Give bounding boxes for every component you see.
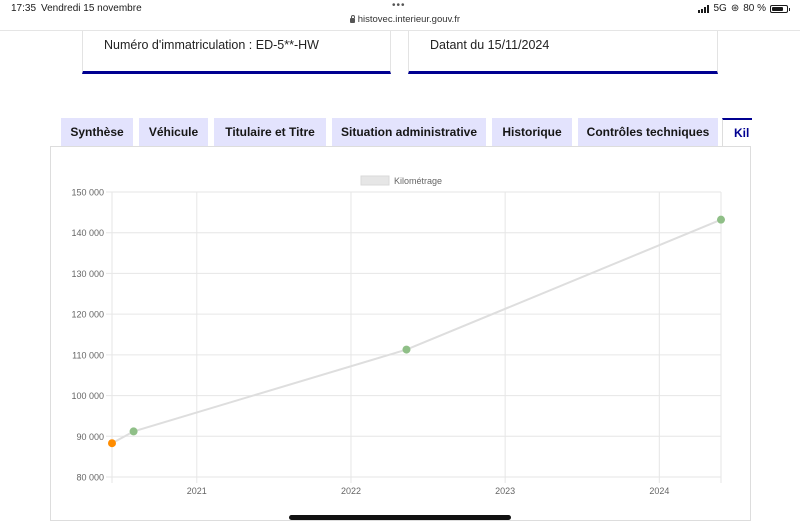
lock-icon [350, 15, 355, 23]
status-date: Vendredi 15 novembre [41, 3, 142, 14]
y-tick-label: 150 000 [71, 188, 104, 198]
x-tick-label: 2024 [649, 486, 669, 496]
network-label: 5G [713, 3, 727, 14]
tab-bar: Synthèse Véhicule Titulaire et Titre Sit… [0, 118, 752, 146]
more-dots-icon[interactable]: ••• [392, 0, 406, 11]
x-tick-label: 2023 [495, 486, 515, 496]
legend-label: Kilométrage [394, 176, 442, 186]
battery-percent: 80 % [743, 3, 766, 14]
home-indicator[interactable] [289, 515, 511, 520]
tab-kilometrage[interactable]: Kil [722, 118, 752, 146]
legend-swatch [360, 175, 390, 186]
tab-synthese[interactable]: Synthèse [61, 118, 133, 146]
mileage-chart: 80 000 90 000 100 000 110 000 120 000 130 000… [71, 175, 725, 496]
signal-icon [698, 4, 710, 13]
y-tick-label: 110 000 [72, 350, 104, 360]
orientation-lock-icon: ⊛ [730, 3, 740, 14]
data-point [402, 345, 411, 354]
status-time: 17:35 [11, 3, 37, 14]
address-bar[interactable]: histovec.interieur.gouv.fr [350, 14, 460, 25]
tab-situation-administrative[interactable]: Situation administrative [332, 118, 486, 146]
y-tick-label: 130 000 [71, 269, 104, 279]
battery-icon [770, 4, 790, 13]
series-line [111, 218, 722, 445]
tab-historique[interactable]: Historique [492, 118, 572, 146]
tab-controles-techniques[interactable]: Contrôles techniques [578, 118, 718, 146]
registration-card: Numéro d'immatriculation : ED-5**-HW [82, 31, 391, 74]
status-bar: 17:35 Vendredi 15 novembre ••• histovec.… [0, 0, 800, 30]
data-point [717, 215, 725, 224]
data-point [108, 439, 116, 448]
report-date-card: Datant du 15/11/2024 [408, 31, 718, 74]
x-tick-label: 2021 [187, 486, 207, 496]
mileage-panel: 80 000 90 000 100 000 110 000 120 000 130 000… [50, 146, 751, 521]
data-point [129, 427, 138, 436]
y-tick-label: 140 000 [71, 228, 104, 238]
x-tick-label: 2022 [341, 486, 361, 496]
y-tick-label: 90 000 [76, 432, 104, 442]
tab-titulaire[interactable]: Titulaire et Titre [214, 118, 326, 146]
tab-vehicule[interactable]: Véhicule [139, 118, 208, 146]
address-url: histovec.interieur.gouv.fr [357, 14, 460, 25]
y-tick-label: 80 000 [76, 473, 104, 483]
registration-number: Numéro d'immatriculation : ED-5**-HW [104, 38, 319, 52]
status-right: 5G ⊛ 80 % [698, 3, 790, 14]
y-tick-label: 100 000 [71, 391, 104, 401]
report-date: Datant du 15/11/2024 [430, 38, 550, 52]
y-tick-label: 120 000 [71, 310, 104, 320]
